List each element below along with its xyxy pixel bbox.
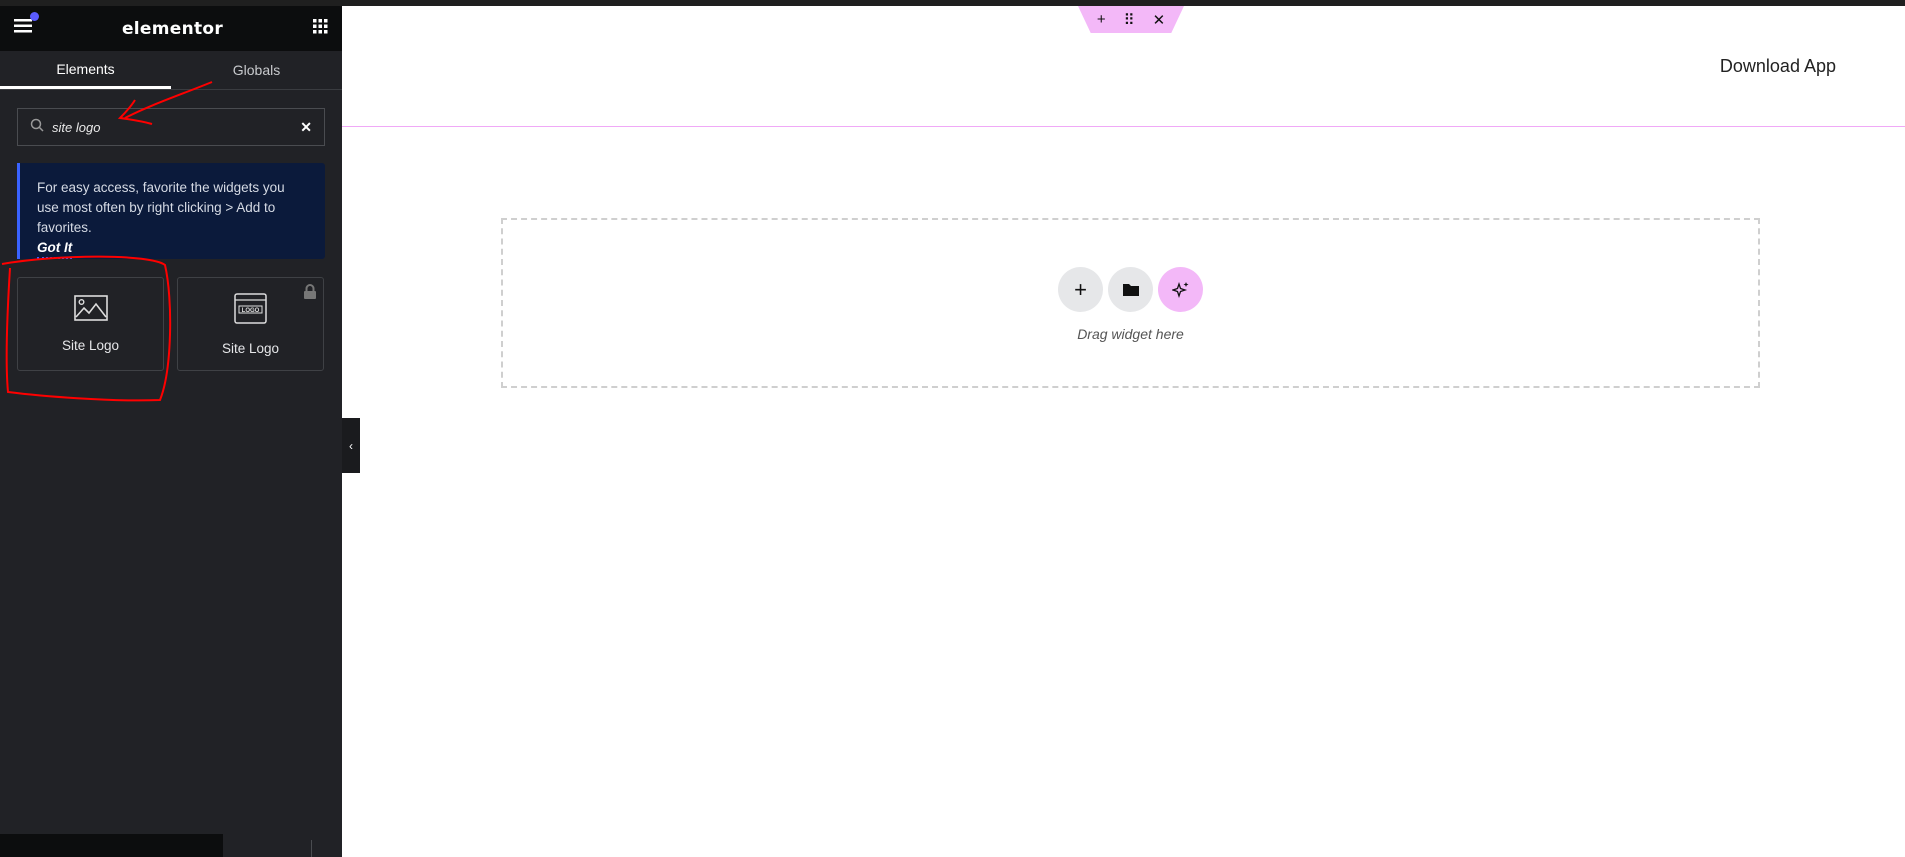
drop-zone[interactable]: + Drag widget here: [501, 218, 1760, 388]
notification-dot: [30, 12, 39, 21]
ai-button[interactable]: [1158, 267, 1203, 312]
template-library-button[interactable]: [1108, 267, 1153, 312]
footer-divider: [311, 840, 312, 857]
widget-label: Site Logo: [221, 340, 280, 356]
sparkle-icon: [1171, 281, 1188, 298]
widget-label: Site Logo: [61, 338, 120, 353]
search-icon: [30, 118, 44, 137]
section-handle: + ⠿ ✕: [1078, 6, 1184, 33]
clear-search-icon[interactable]: ✕: [300, 119, 312, 136]
elementor-logo: elementor: [121, 18, 224, 39]
drop-zone-text: Drag widget here: [1077, 326, 1184, 342]
widget-search: ✕: [17, 108, 325, 146]
svg-text:LOGO: LOGO: [242, 308, 260, 314]
tab-elements[interactable]: Elements: [0, 51, 171, 89]
add-section-button[interactable]: +: [1058, 267, 1103, 312]
panel-header: elementor: [0, 6, 342, 51]
search-input[interactable]: [52, 119, 301, 135]
lock-icon: [303, 284, 317, 302]
widget-site-logo-pro[interactable]: LOGO Site Logo: [177, 277, 324, 371]
notice-text: For easy access, favorite the widgets yo…: [37, 180, 285, 235]
tab-globals[interactable]: Globals: [171, 51, 342, 89]
image-icon: [73, 295, 108, 324]
section-outline: [342, 126, 1905, 127]
panel-tabs: Elements Globals: [0, 51, 342, 90]
panel-footer: [0, 834, 223, 857]
logo-icon: LOGO: [234, 292, 267, 327]
collapse-panel-button[interactable]: ‹: [342, 418, 360, 473]
elementor-panel: elementor Elements Globals ✕ For easy ac…: [0, 6, 342, 857]
menu-icon[interactable]: [14, 19, 32, 38]
got-it-link[interactable]: Got It: [37, 239, 73, 259]
delete-section-icon[interactable]: ✕: [1153, 11, 1166, 29]
drag-handle-icon[interactable]: ⠿: [1124, 11, 1135, 29]
add-section-icon[interactable]: +: [1097, 11, 1106, 28]
download-app-link[interactable]: Download App: [1700, 56, 1836, 77]
folder-icon: [1122, 284, 1139, 296]
widget-site-logo[interactable]: Site Logo: [17, 277, 164, 371]
favorites-notice: For easy access, favorite the widgets yo…: [17, 163, 325, 259]
apps-grid-icon[interactable]: [313, 18, 328, 39]
